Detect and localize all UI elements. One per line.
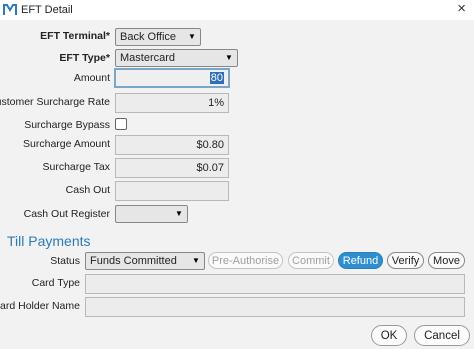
eft-type-select[interactable]: Mastercard ▼ <box>115 49 238 67</box>
status-label: Status <box>50 255 80 267</box>
surcharge-bypass-label: Surcharge Bypass <box>24 119 110 131</box>
commit-button[interactable]: Commit <box>288 252 334 269</box>
pre-authorise-button[interactable]: Pre-Authorise <box>208 252 283 269</box>
ok-button[interactable]: OK <box>371 325 407 346</box>
amount-value: 80 <box>209 72 224 84</box>
surcharge-tax-label: Surcharge Tax <box>42 161 110 173</box>
chevron-down-icon: ▼ <box>225 53 233 62</box>
status-select[interactable]: Funds Committed ▼ <box>85 252 205 270</box>
surcharge-amount-input[interactable]: $0.80 <box>115 135 229 155</box>
move-button[interactable]: Move <box>428 252 465 269</box>
surcharge-amount-label: Surcharge Amount <box>23 138 110 150</box>
card-type-label: Card Type <box>31 277 80 289</box>
eft-detail-window: EFT Detail × EFT Terminal* Back Office ▼… <box>0 0 474 349</box>
customer-surcharge-rate-input[interactable]: 1% <box>115 93 229 113</box>
cash-out-label: Cash Out <box>65 184 110 196</box>
eft-terminal-value: Back Office <box>120 31 177 43</box>
customer-surcharge-rate-label: Customer Surcharge Rate <box>0 96 110 108</box>
eft-type-value: Mastercard <box>120 52 176 64</box>
surcharge-bypass-checkbox[interactable] <box>115 118 127 130</box>
refund-button[interactable]: Refund <box>338 252 383 269</box>
title-bar: EFT Detail × <box>0 0 474 20</box>
till-payments-heading: Till Payments <box>7 233 91 249</box>
m-logo-icon <box>3 4 17 15</box>
surcharge-tax-value: $0.07 <box>196 162 224 174</box>
customer-surcharge-rate-value: 1% <box>208 97 224 109</box>
eft-type-label: EFT Type* <box>59 52 110 64</box>
verify-button[interactable]: Verify <box>387 252 424 269</box>
cash-out-register-label: Cash Out Register <box>23 208 110 220</box>
card-type-input[interactable] <box>85 274 465 294</box>
surcharge-amount-value: $0.80 <box>196 139 224 151</box>
chevron-down-icon: ▼ <box>192 256 200 265</box>
card-holder-name-label: Card Holder Name <box>0 300 80 312</box>
amount-input[interactable]: 80 <box>114 68 230 88</box>
cash-out-register-select[interactable]: ▼ <box>115 205 188 223</box>
status-value: Funds Committed <box>90 255 177 267</box>
close-icon[interactable]: × <box>457 0 466 18</box>
chevron-down-icon: ▼ <box>188 32 196 41</box>
chevron-down-icon: ▼ <box>175 209 183 218</box>
amount-label: Amount <box>73 72 110 84</box>
card-holder-name-input[interactable] <box>85 297 465 317</box>
cash-out-input[interactable] <box>115 181 229 201</box>
cancel-button[interactable]: Cancel <box>414 325 470 346</box>
eft-terminal-label: EFT Terminal* <box>40 30 110 42</box>
eft-terminal-select[interactable]: Back Office ▼ <box>115 28 201 46</box>
surcharge-tax-input[interactable]: $0.07 <box>115 158 229 178</box>
window-title: EFT Detail <box>21 4 73 16</box>
